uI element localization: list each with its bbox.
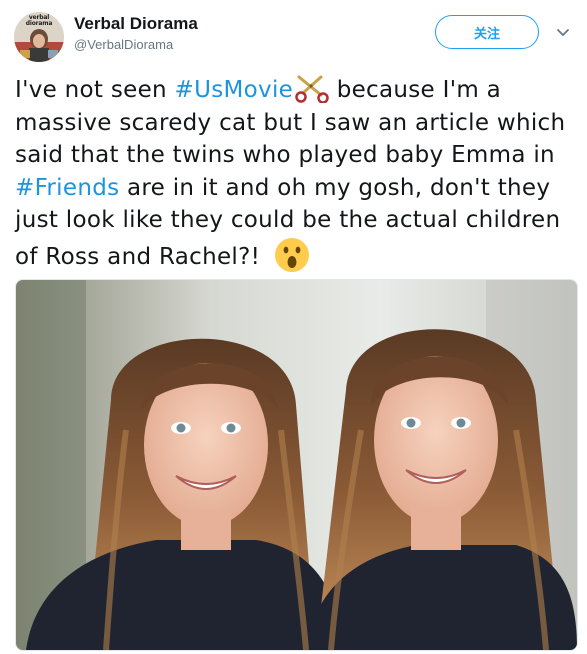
follow-button[interactable]: 关注 bbox=[435, 15, 539, 49]
twins-photo-illustration bbox=[16, 280, 577, 650]
tweet-line: of Ross and Rachel?! bbox=[15, 237, 580, 274]
avatar-logo-text: verbal diorama bbox=[25, 14, 53, 27]
scissors-icon bbox=[295, 73, 329, 104]
tweet-photo[interactable] bbox=[15, 279, 578, 651]
hashtag-friends-link[interactable]: #Friends bbox=[15, 175, 119, 201]
tweet-line: said that the twins who played baby Emma… bbox=[15, 142, 555, 168]
tweet-line: I've not seen #UsMovie because I'm a bbox=[15, 73, 580, 107]
avatar[interactable]: verbal diorama bbox=[14, 12, 64, 62]
display-name[interactable]: Verbal Diorama bbox=[74, 14, 198, 34]
chevron-down-icon[interactable] bbox=[555, 26, 571, 40]
hushed-face-icon bbox=[274, 237, 310, 273]
user-handle[interactable]: @VerbalDiorama bbox=[74, 37, 173, 53]
tweet-line: #Friends are in it and oh my gosh, don't… bbox=[15, 174, 551, 201]
hashtag-usmovie-link[interactable]: #UsMovie bbox=[175, 77, 294, 103]
tweet-line: just look like they could be the actual … bbox=[15, 207, 561, 233]
tweet-line: massive scaredy cat but I saw an article… bbox=[15, 109, 566, 136]
tweet-text: I've not seen #UsMovie because I'm a mas… bbox=[15, 73, 580, 273]
tweet-card: verbal diorama Verbal Diorama @VerbalDio… bbox=[0, 0, 587, 654]
